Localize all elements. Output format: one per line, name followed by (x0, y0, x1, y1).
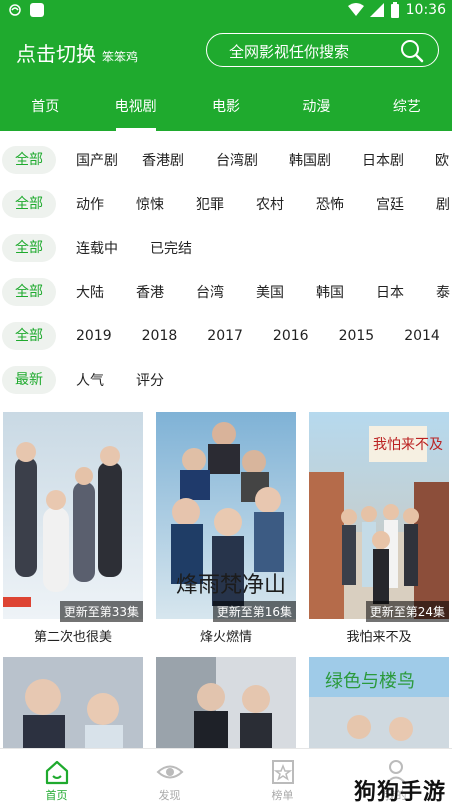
series-title: 第二次也很美 (33, 630, 112, 645)
poster-title-text: 我怕来不及 (373, 437, 443, 453)
filter-option[interactable]: 惊悚 (136, 194, 164, 214)
eye-icon (156, 765, 183, 779)
category-tabs: 首页 电视剧 电影 动漫 综艺 (0, 90, 452, 131)
app-icon (30, 3, 44, 17)
bottom-tab-ranking[interactable]: 榜单 (226, 749, 339, 809)
poster-image: 烽雨梵净山 (156, 412, 296, 619)
signal-icon (369, 3, 384, 17)
filter-chip-selected[interactable]: 最新 (2, 366, 56, 394)
bottom-tab-label: 榜单 (271, 789, 294, 802)
filter-option[interactable]: 韩国 (316, 282, 344, 302)
status-time: 10:36 (405, 2, 446, 18)
search-box[interactable]: 全网影视任你搜索 (206, 33, 439, 67)
series-title: 我怕来不及 (346, 630, 412, 645)
site-watermark: 狗狗手游 (353, 780, 446, 805)
poster-image (3, 412, 143, 619)
filter-option[interactable]: 国产剧 (76, 150, 118, 170)
tab-variety[interactable]: 综艺 (362, 90, 452, 131)
filter-option[interactable]: 日本 (376, 282, 404, 302)
filter-option[interactable]: 动作 (76, 194, 104, 214)
filter-option[interactable]: 韩国剧 (289, 150, 331, 170)
filter-option[interactable]: 连载中 (76, 238, 118, 258)
home-icon (45, 760, 68, 785)
filter-panel: 全部 国产剧 香港剧 台湾剧 韩国剧 日本剧 欧 全部 动作 惊悚 犯罪 农村 … (0, 138, 452, 402)
poster-image (156, 657, 296, 749)
filter-chip-selected[interactable]: 全部 (2, 322, 56, 350)
bottom-tab-label: 首页 (45, 789, 68, 802)
episode-badge: 更新至第33集 (59, 601, 143, 622)
filter-chip-selected[interactable]: 全部 (2, 234, 56, 262)
filter-option[interactable]: 农村 (256, 194, 284, 214)
notification-icon (9, 4, 21, 16)
filter-option[interactable]: 2016 (273, 328, 309, 344)
filter-option[interactable]: 评分 (136, 370, 164, 390)
poster-title-text: 烽雨梵净山 (176, 573, 286, 598)
filter-option[interactable]: 欧 (435, 150, 449, 170)
episode-badge: 更新至第24集 (365, 601, 449, 622)
bottom-tab-discover[interactable]: 发现 (113, 749, 226, 809)
filter-option[interactable]: 2015 (339, 328, 375, 344)
filter-option[interactable]: 犯罪 (196, 194, 224, 214)
filter-chip-selected[interactable]: 全部 (2, 278, 56, 306)
filter-option[interactable]: 2014 (404, 328, 440, 344)
search-icon[interactable] (400, 39, 424, 63)
filter-option[interactable]: 2018 (142, 328, 178, 344)
poster-image: 我怕来不及 (309, 412, 449, 619)
filter-option[interactable]: 恐怖 (316, 194, 344, 214)
filter-row-genre: 全部 动作 惊悚 犯罪 农村 恐怖 宫廷 剧 (0, 182, 452, 226)
ranking-star-icon (271, 760, 294, 784)
filter-option[interactable]: 宫廷 (376, 194, 404, 214)
wifi-icon (347, 3, 364, 16)
filter-row-country: 全部 大陆 香港 台湾 美国 韩国 日本 泰 (0, 270, 452, 314)
poster-image (3, 657, 143, 749)
filter-option[interactable]: 泰 (436, 282, 450, 302)
filter-option[interactable]: 剧 (436, 194, 450, 214)
battery-icon (390, 2, 399, 18)
tab-movies[interactable]: 电影 (181, 90, 271, 131)
series-title: 烽火燃情 (199, 630, 252, 645)
tab-home[interactable]: 首页 (0, 90, 90, 131)
filter-row-region: 全部 国产剧 香港剧 台湾剧 韩国剧 日本剧 欧 (0, 138, 452, 182)
filter-option[interactable]: 香港 (136, 282, 164, 302)
search-placeholder: 全网影视任你搜索 (229, 43, 350, 61)
tab-anime[interactable]: 动漫 (271, 90, 361, 131)
filter-chip-selected[interactable]: 全部 (2, 190, 56, 218)
filter-option[interactable]: 台湾 (196, 282, 224, 302)
tab-tv-series[interactable]: 电视剧 (90, 90, 180, 131)
filter-row-status: 全部 连载中 已完结 (0, 226, 452, 270)
brand-switch[interactable]: 点击切换 笨笨鸡 (16, 38, 138, 67)
filter-row-sort: 最新 人气 评分 (0, 358, 452, 402)
filter-option[interactable]: 2019 (76, 328, 112, 344)
filter-option[interactable]: 美国 (256, 282, 284, 302)
episode-badge: 更新至第16集 (212, 601, 296, 622)
bottom-tab-home[interactable]: 首页 (0, 749, 113, 809)
filter-option[interactable]: 日本剧 (362, 150, 404, 170)
bottom-tab-label: 发现 (158, 789, 181, 802)
filter-option[interactable]: 2017 (207, 328, 243, 344)
status-bar: 10:36 (0, 0, 452, 22)
filter-option[interactable]: 台湾剧 (216, 150, 258, 170)
filter-row-year: 全部 2019 2018 2017 2016 2015 2014 (0, 314, 452, 358)
filter-option[interactable]: 香港剧 (142, 150, 184, 170)
filter-option[interactable]: 已完结 (150, 238, 192, 258)
app-header: 10:36 点击切换 笨笨鸡 全网影视任你搜索 首页 电视剧 电影 动漫 综艺 (0, 0, 452, 131)
poster-image: 绿色与楼鸟 (309, 657, 449, 749)
brand-title: 点击切换 (16, 42, 96, 66)
filter-chip-selected[interactable]: 全部 (2, 146, 56, 174)
brand-subtitle: 笨笨鸡 (102, 50, 139, 64)
poster-title-text: 绿色与楼鸟 (325, 671, 415, 692)
filter-option[interactable]: 人气 (76, 370, 104, 390)
filter-option[interactable]: 大陆 (76, 282, 104, 302)
